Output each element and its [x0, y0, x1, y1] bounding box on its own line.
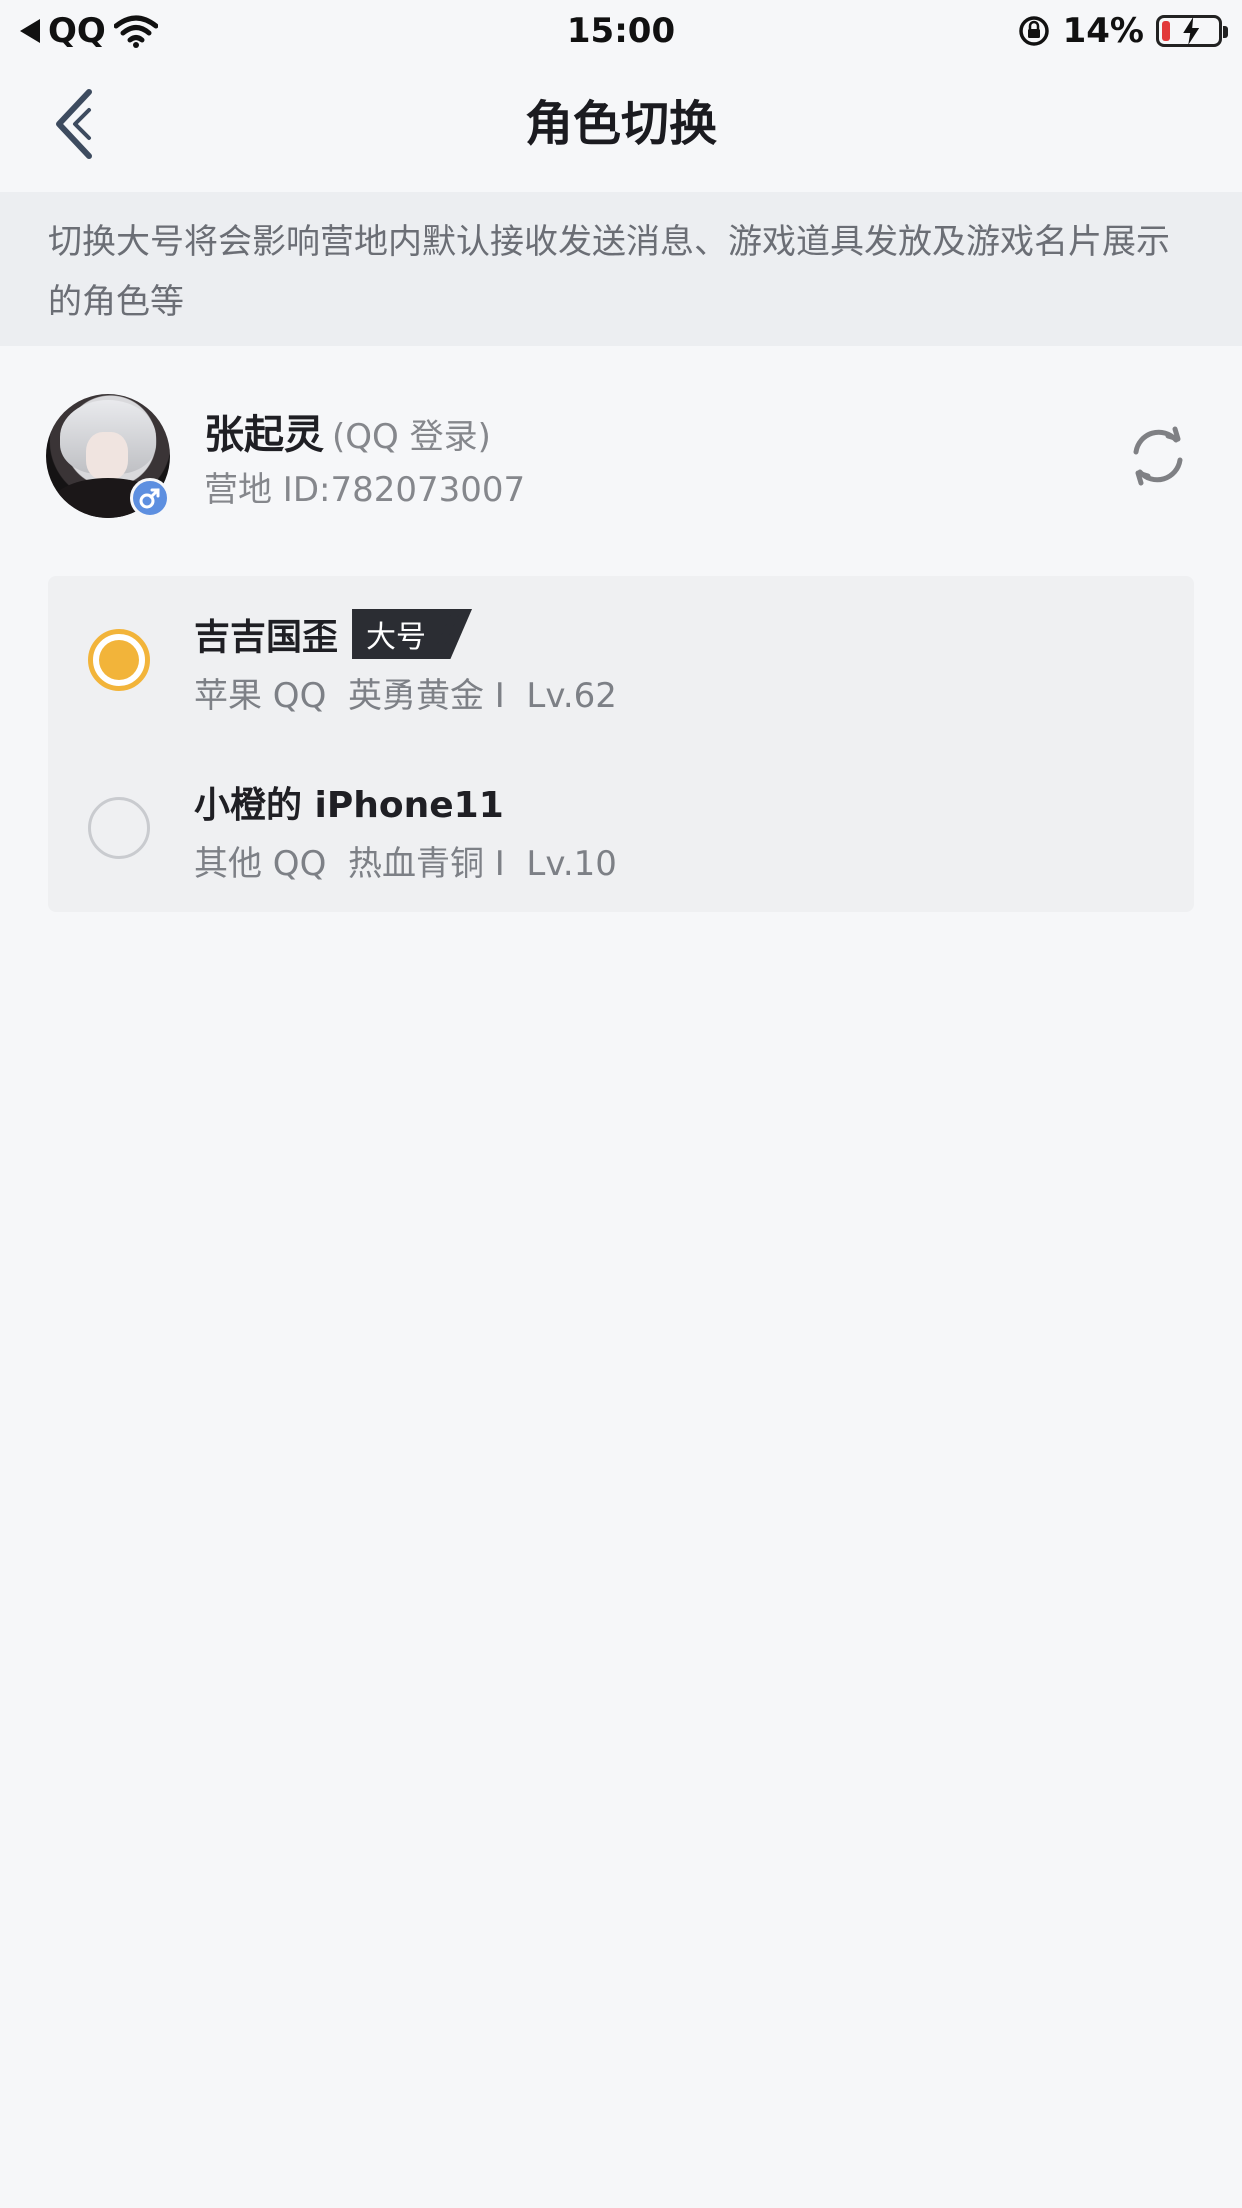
switch-notice: 切换大号将会影响营地内默认接收发送消息、游戏道具发放及游戏名片展示的角色等 — [0, 192, 1242, 346]
radio-selected-icon[interactable] — [88, 629, 150, 691]
battery-level — [1162, 21, 1170, 41]
status-bar: QQ 15:00 14% — [0, 0, 1242, 62]
role-detail: 苹果 QQ 英勇黄金 I Lv.62 — [194, 676, 617, 716]
rotation-lock-icon — [1018, 16, 1049, 46]
role-item-0[interactable]: 吉吉国歪 大号 苹果 QQ 英勇黄金 I Lv.62 — [48, 576, 1194, 744]
bolt-icon — [1183, 17, 1200, 45]
battery-charging-icon — [1156, 15, 1228, 47]
profile-name: 张起灵 (QQ 登录) — [204, 402, 491, 460]
role-name-row: 小橙的 iPhone11 — [194, 776, 504, 828]
main-account-tag-label: 大号 — [366, 620, 427, 655]
role-detail: 其他 QQ 热血青铜 I Lv.10 — [194, 844, 617, 884]
status-right: 14% — [1017, 0, 1228, 62]
role-item-1[interactable]: 小橙的 iPhone11 其他 QQ 热血青铜 I Lv.10 — [48, 744, 1194, 912]
nav-bar: 角色切换 — [0, 62, 1242, 192]
role-name: 吉吉国歪 — [194, 617, 339, 658]
role-list: 吉吉国歪 大号 苹果 QQ 英勇黄金 I Lv.62 小橙的 iPhone11 … — [48, 576, 1194, 912]
profile-nickname: 张起灵 — [204, 412, 324, 458]
battery-percent: 14% — [1062, 11, 1144, 51]
role-name: 小橙的 iPhone11 — [194, 785, 504, 826]
refresh-icon — [1133, 426, 1183, 486]
profile-login-type: (QQ 登录) — [332, 417, 491, 457]
male-icon — [130, 478, 170, 518]
radio-unselected-icon[interactable] — [88, 797, 150, 859]
refresh-button[interactable] — [1118, 416, 1198, 496]
profile-header: 张起灵 (QQ 登录) 营地 ID:782073007 — [0, 390, 1242, 520]
role-name-row: 吉吉国歪 大号 — [194, 608, 473, 660]
page-title: 角色切换 — [524, 96, 717, 152]
camp-id: 营地 ID:782073007 — [204, 470, 526, 510]
